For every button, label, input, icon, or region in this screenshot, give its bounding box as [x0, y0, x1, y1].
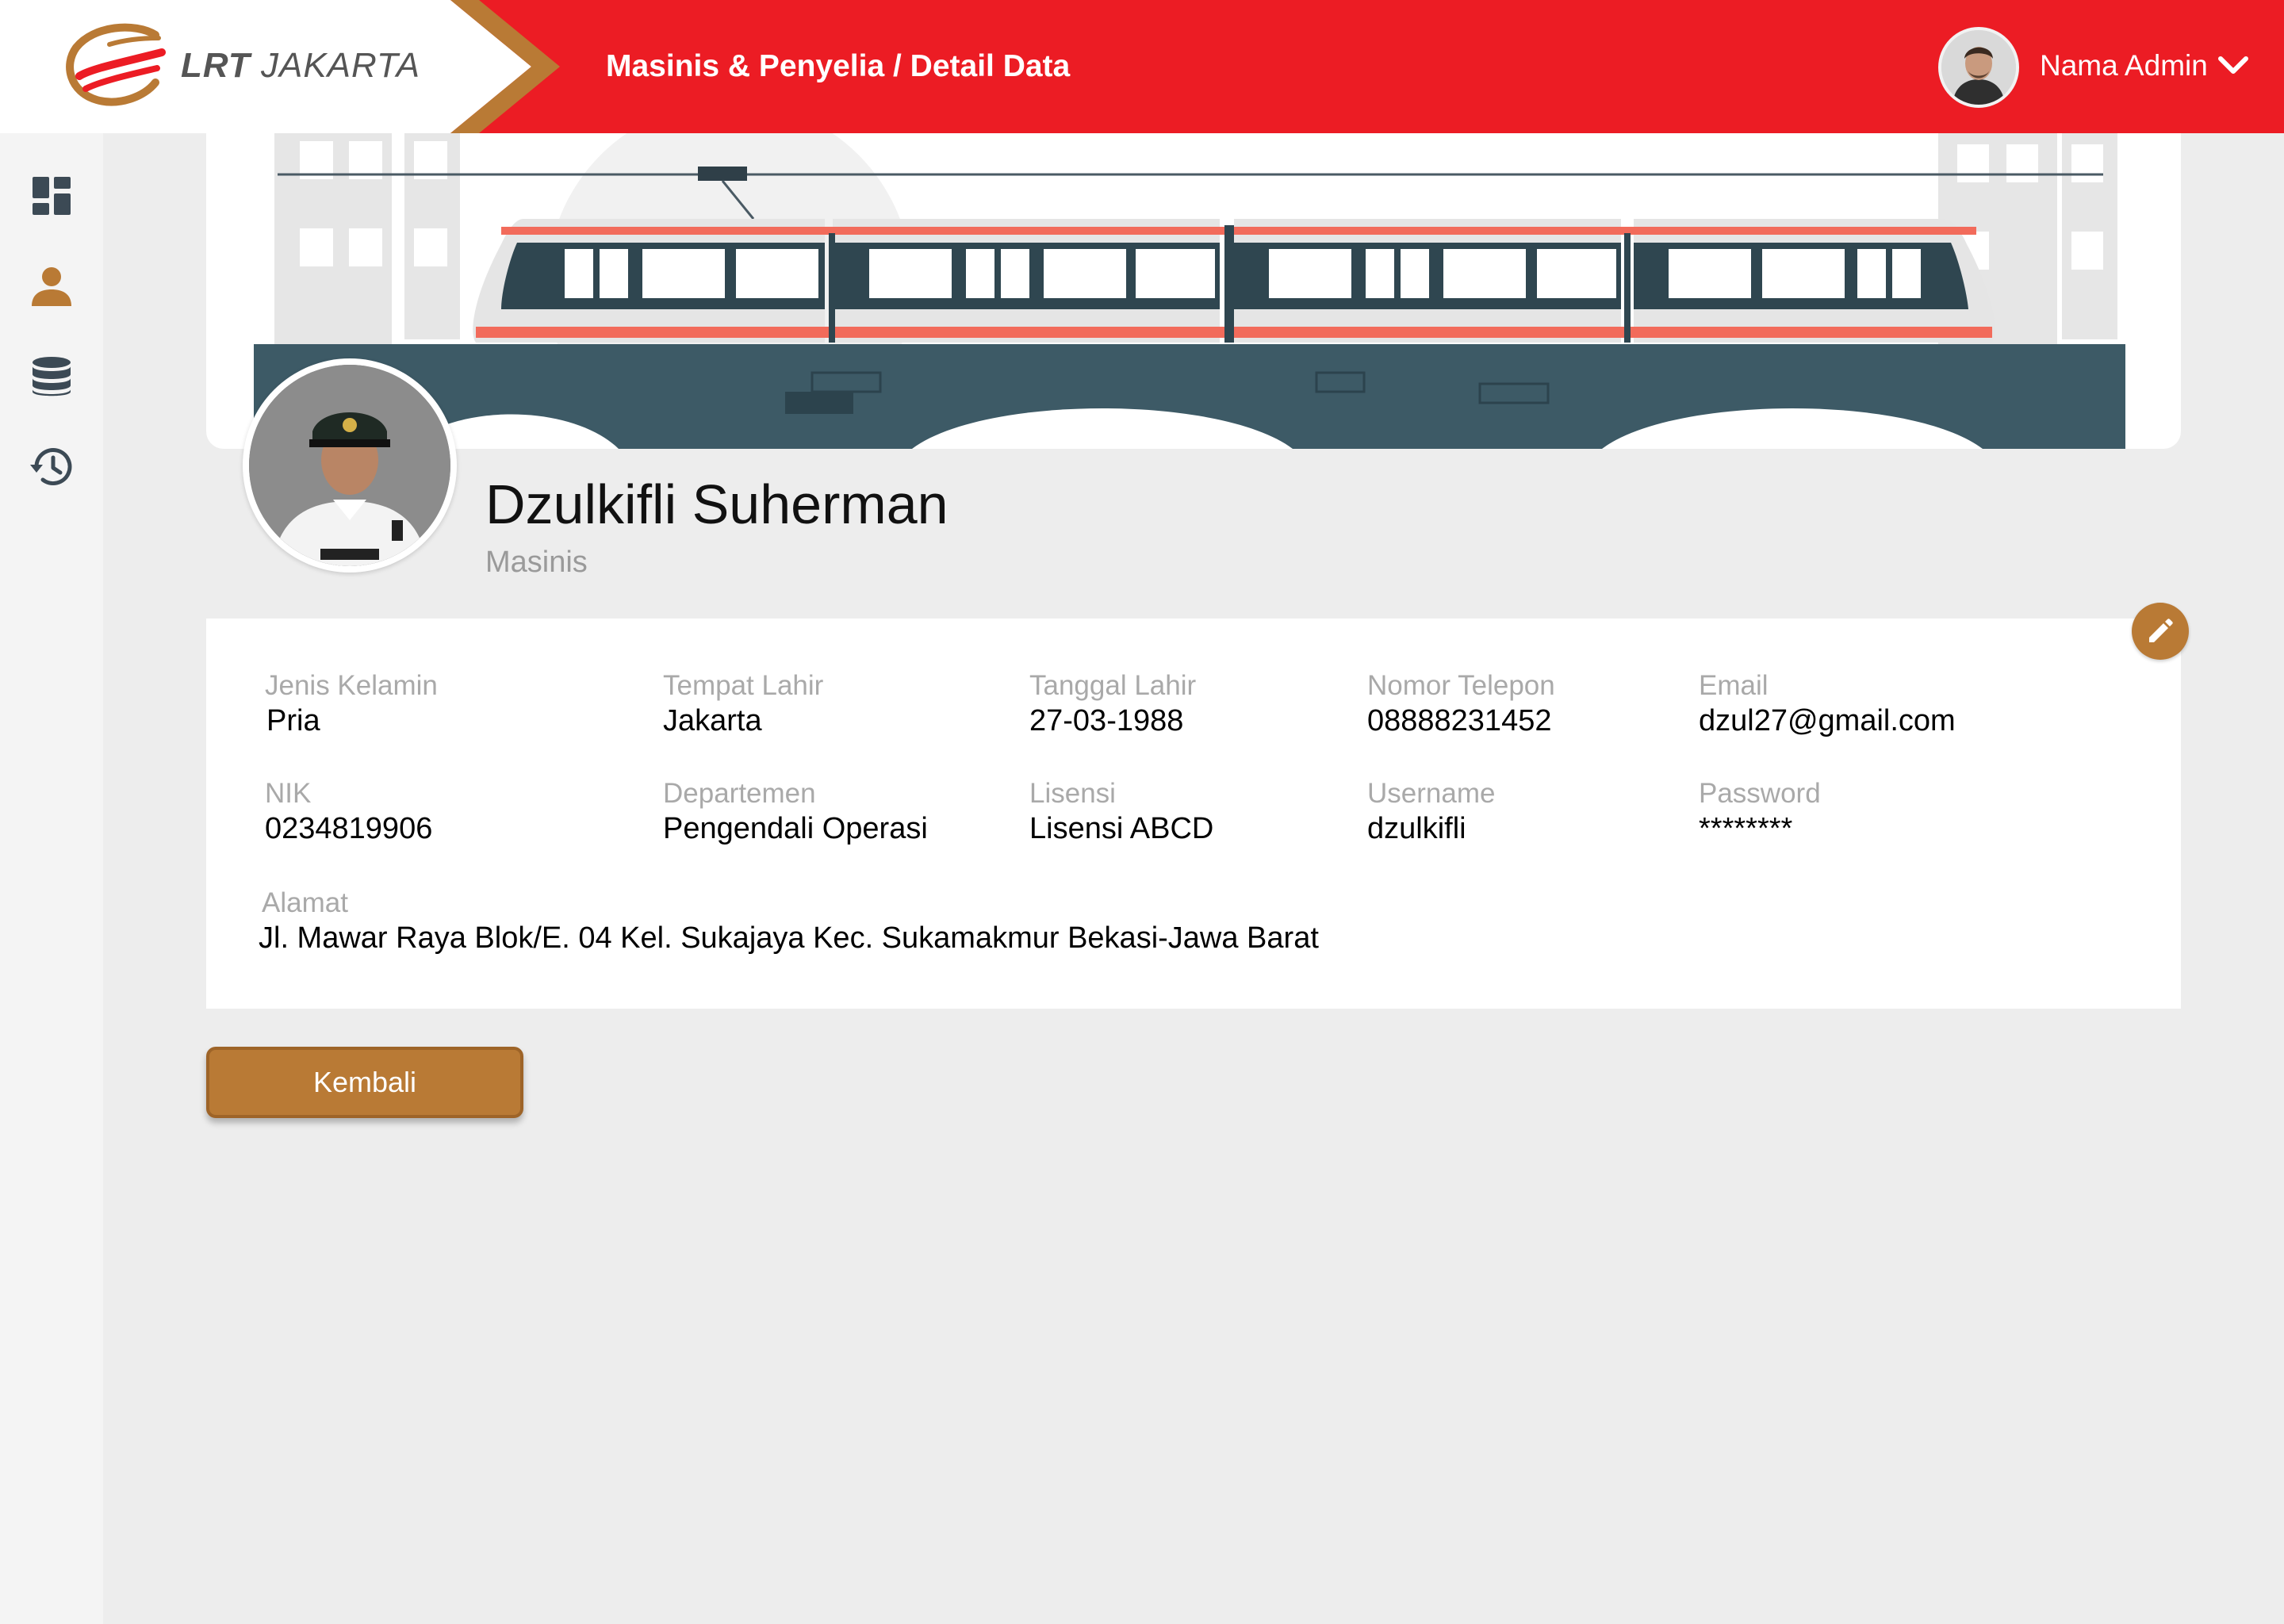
profile-name: Dzulkifli Suherman	[485, 473, 948, 535]
top-header: LRT JAKARTA Masinis & Penyelia / Detail …	[0, 0, 2284, 133]
field-value: Jakarta	[663, 704, 762, 737]
field-value: dzulkifli	[1367, 812, 1466, 845]
field-tempat-lahir: Tempat Lahir Jakarta	[663, 669, 823, 739]
field-jenis-kelamin: Jenis Kelamin Pria	[265, 669, 438, 739]
sidebar	[0, 133, 103, 1624]
logo-wordmark: LRT JAKARTA	[181, 46, 420, 86]
user-name[interactable]: Nama Admin	[2040, 49, 2208, 82]
field-nik: NIK 0234819906	[265, 777, 432, 847]
field-label: Tanggal Lahir	[1029, 670, 1197, 701]
lrt-logo-icon[interactable]	[62, 21, 167, 113]
field-value: 08888231452	[1367, 704, 1552, 737]
sidebar-item-database[interactable]	[24, 349, 79, 404]
field-value: ********	[1699, 812, 1793, 845]
sidebar-item-users[interactable]	[24, 259, 79, 314]
field-nomor-telepon: Nomor Telepon 08888231452	[1367, 669, 1555, 739]
user-avatar[interactable]	[1938, 27, 2019, 108]
profile-role: Masinis	[485, 546, 588, 579]
field-label: Email	[1699, 670, 1769, 701]
field-password: Password ********	[1699, 777, 1821, 847]
history-icon	[30, 448, 72, 485]
header-chevron-decoration	[428, 0, 560, 133]
chevron-down-icon[interactable]	[2217, 56, 2249, 76]
field-username: Username dzulkifli	[1367, 777, 1495, 847]
field-email: Email dzul27@gmail.com	[1699, 669, 1956, 739]
sidebar-item-dashboard[interactable]	[24, 168, 79, 224]
logo-brand-bold: LRT	[181, 46, 251, 85]
field-value: 27-03-1988	[1029, 704, 1184, 737]
field-value: Lisensi ABCD	[1029, 812, 1214, 845]
field-value: dzul27@gmail.com	[1699, 704, 1956, 737]
logo-brand-light: JAKARTA	[260, 46, 420, 85]
field-label: Lisensi	[1029, 778, 1116, 809]
field-value: Pria	[266, 704, 320, 737]
field-label: Tempat Lahir	[663, 670, 824, 701]
dashboard-icon	[33, 177, 71, 215]
field-label: Alamat	[262, 887, 348, 918]
field-alamat: Alamat Jl. Mawar Raya Blok/E. 04 Kel. Su…	[259, 887, 1319, 956]
profile-portrait-icon	[249, 365, 450, 566]
profile-photo	[243, 358, 457, 573]
field-lisensi: Lisensi Lisensi ABCD	[1029, 777, 1213, 847]
lrt-train-illustration	[254, 133, 2125, 449]
sidebar-item-history[interactable]	[24, 439, 79, 495]
field-label: Username	[1367, 778, 1496, 809]
field-value: 0234819906	[265, 812, 433, 845]
field-value: Pengendali Operasi	[663, 812, 928, 845]
edit-button[interactable]	[2132, 603, 2189, 660]
cover-banner	[206, 133, 2181, 449]
database-icon	[33, 357, 71, 396]
user-icon	[32, 267, 71, 306]
field-value: Jl. Mawar Raya Blok/E. 04 Kel. Sukajaya …	[259, 921, 1319, 955]
detail-card: Jenis Kelamin Pria Tempat Lahir Jakarta …	[206, 619, 2181, 1009]
field-departemen: Departemen Pengendali Operasi	[663, 777, 928, 847]
field-tanggal-lahir: Tanggal Lahir 27-03-1988	[1029, 669, 1196, 739]
field-label: Nomor Telepon	[1367, 670, 1555, 701]
field-label: NIK	[265, 778, 312, 809]
breadcrumb: Masinis & Penyelia / Detail Data	[606, 49, 1071, 83]
avatar-portrait-icon	[1941, 30, 2016, 105]
field-label: Password	[1699, 778, 1821, 809]
field-label: Departemen	[663, 778, 816, 809]
back-button[interactable]: Kembali	[206, 1047, 523, 1118]
field-label: Jenis Kelamin	[265, 670, 438, 701]
pencil-icon	[2149, 619, 2173, 642]
